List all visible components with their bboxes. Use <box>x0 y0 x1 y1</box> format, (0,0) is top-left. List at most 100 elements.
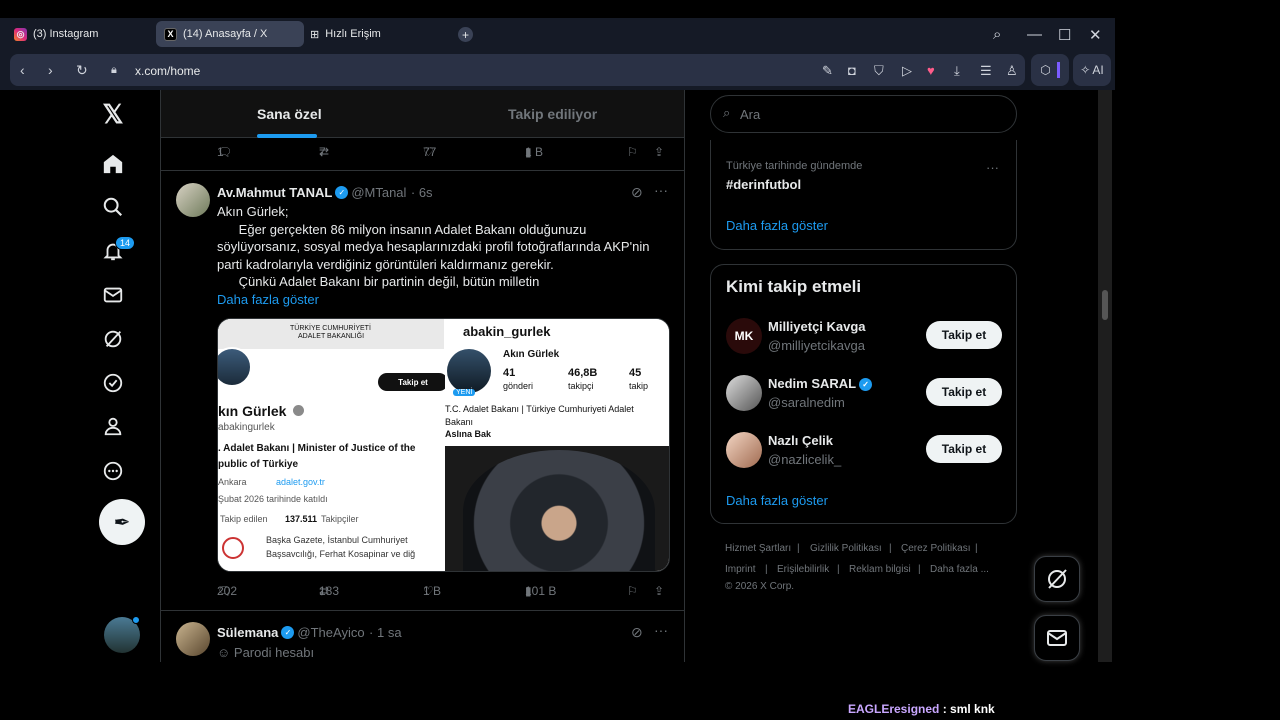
ai-button[interactable]: ✧ AI <box>1073 54 1111 86</box>
shield-icon[interactable]: ⛉ <box>874 63 884 79</box>
compose-post-button[interactable]: ✒ <box>99 499 145 545</box>
new-tab-button[interactable]: + <box>458 27 473 42</box>
maximize-button[interactable]: ☐ <box>1058 26 1071 44</box>
more-options-icon[interactable] <box>100 458 126 484</box>
footer-link[interactable]: Reklam bilgisi <box>849 564 911 575</box>
search-input[interactable]: ⌕ Ara <box>710 95 1017 133</box>
repost-icon: ⇄ <box>319 145 330 159</box>
tab-quick-access[interactable]: ⊞ Hızlı Erişim <box>302 21 389 47</box>
download-icon[interactable]: ⤓ <box>954 63 960 79</box>
tab-for-you[interactable]: Sana özel <box>257 106 322 122</box>
messages-envelope-icon[interactable] <box>100 282 126 308</box>
lock-icon[interactable]: 🔒︎ <box>111 64 117 77</box>
url-input[interactable]: x.com/home <box>135 64 200 78</box>
media-image-photo[interactable] <box>445 446 669 571</box>
user-avatar[interactable]: MK <box>726 318 762 354</box>
suggested-user-handle[interactable]: @saralnedim <box>768 395 845 410</box>
scrollbar-thumb[interactable] <box>1102 290 1108 320</box>
media-text: gönderi <box>503 381 534 391</box>
follow-button[interactable]: Takip et <box>926 321 1002 349</box>
trend-tag[interactable]: #derinfutbol <box>726 177 801 192</box>
profile-icon[interactable] <box>100 413 126 439</box>
grok-icon[interactable]: ⊘ <box>631 624 643 641</box>
tweet-media[interactable]: TÜRKİYE CUMHURİYETİ ADALET BAKANLIĞI Tak… <box>217 318 670 572</box>
footer-link[interactable]: Imprint <box>725 564 756 575</box>
bookmark-icon[interactable]: ⚐ <box>627 584 638 598</box>
follow-button[interactable]: Takip et <box>926 435 1002 463</box>
close-window-button[interactable]: ✕ <box>1089 26 1102 44</box>
like-button[interactable]: ♡ 1 B <box>423 584 441 598</box>
messages-float-button[interactable] <box>1034 615 1080 661</box>
trends-show-more[interactable]: Daha fazla göster <box>726 218 828 233</box>
media-text: Şubat 2026 tarihinde katıldı <box>218 494 328 504</box>
media-image-x-profile[interactable]: TÜRKİYE CUMHURİYETİ ADALET BAKANLIĞI Tak… <box>218 319 448 571</box>
chat-username: EAGLEresigned <box>848 702 940 716</box>
like-button[interactable]: ♡ 77 <box>423 145 436 159</box>
reply-button[interactable]: 🗨︎ 202 <box>217 584 237 598</box>
views-button[interactable]: ▮ 1 B <box>525 145 543 159</box>
home-icon[interactable] <box>100 151 126 177</box>
back-icon[interactable]: ‹ <box>20 62 25 78</box>
more-icon[interactable]: ··· <box>986 160 999 175</box>
extensions-button[interactable]: ⬡ <box>1031 54 1069 86</box>
media-text: Başsavcılığı, Ferhat Kosapinar ve diğ <box>266 549 416 559</box>
heart-icon[interactable]: ♥ <box>927 63 935 78</box>
reply-button[interactable]: 🗨︎ 1 <box>217 145 232 159</box>
camera-icon[interactable]: ◘ <box>848 63 856 78</box>
tweet-time[interactable]: · 6s <box>411 185 433 200</box>
user-avatar[interactable] <box>726 375 762 411</box>
author-name[interactable]: Av.Mahmut TANAL <box>217 185 332 200</box>
tab-x-home[interactable]: X (14) Anasayfa / X <box>156 21 304 47</box>
play-icon[interactable]: ▷ <box>902 63 912 79</box>
grok-icon <box>1048 569 1067 589</box>
premium-verified-icon[interactable] <box>100 370 126 396</box>
suggested-user-handle[interactable]: @milliyetcikavga <box>768 338 865 353</box>
author-handle[interactable]: @MTanal <box>351 185 406 200</box>
more-icon[interactable]: ··· <box>654 182 668 198</box>
suggested-user-name[interactable]: Nazlı Çelik <box>768 433 833 448</box>
footer-link[interactable]: Gizlilik Politikası <box>810 543 882 554</box>
views-button[interactable]: ▮ 101 B <box>525 584 556 598</box>
search-tabs-icon[interactable]: ⌕ <box>993 26 1001 43</box>
tweet-time[interactable]: · 1 sa <box>369 625 402 640</box>
grok-float-button[interactable] <box>1034 556 1080 602</box>
grok-icon[interactable] <box>100 326 126 352</box>
minimize-button[interactable]: — <box>1027 26 1042 43</box>
who-to-follow-show-more[interactable]: Daha fazla göster <box>726 493 828 508</box>
media-text: Akın Gürlek <box>503 349 560 360</box>
share-icon[interactable]: ⇪ <box>654 145 664 159</box>
tab-instagram[interactable]: ◎ (3) Instagram <box>6 21 106 47</box>
footer-link[interactable]: Erişilebilirlik <box>777 564 829 575</box>
share-icon[interactable]: ⇪ <box>654 584 664 598</box>
profile-icon[interactable]: ♙ <box>1006 63 1018 79</box>
footer-link[interactable]: Çerez Politikası <box>901 543 970 554</box>
edit-icon[interactable]: ✎ <box>822 63 833 79</box>
more-icon[interactable]: ··· <box>654 622 668 638</box>
tweet-author-avatar[interactable] <box>176 622 210 656</box>
author-name[interactable]: Sülemana <box>217 625 278 640</box>
repost-button[interactable]: ⇄ 7 <box>319 145 330 159</box>
repost-button[interactable]: ⇄ 183 <box>319 584 339 598</box>
settings-sliders-icon[interactable]: ☰ <box>980 63 992 79</box>
bookmark-icon[interactable]: ⚐ <box>627 145 638 159</box>
media-text: YENİ <box>453 389 476 396</box>
footer-link[interactable]: Hizmet Şartları <box>725 543 791 554</box>
reload-icon[interactable]: ↻ <box>76 62 88 79</box>
user-avatar[interactable] <box>726 432 762 468</box>
suggested-user-handle[interactable]: @nazlicelik_ <box>768 452 841 467</box>
forward-icon[interactable]: › <box>48 62 53 78</box>
page-scrollbar[interactable] <box>1098 90 1112 662</box>
suggested-user-name[interactable]: Milliyetçi Kavga <box>768 319 866 334</box>
media-image-instagram-profile[interactable]: abakin_gurlek YENİ Akın Gürlek 41 gönder… <box>445 319 669 445</box>
grok-icon[interactable]: ⊘ <box>631 184 643 201</box>
explore-search-icon[interactable] <box>100 194 126 220</box>
author-handle[interactable]: @TheAyico <box>297 625 364 640</box>
tab-following[interactable]: Takip ediliyor <box>508 106 597 122</box>
suggested-user-name[interactable]: Nedim SARAL ✓ <box>768 376 875 392</box>
footer-link[interactable]: Daha fazla ... <box>930 564 989 575</box>
x-logo-icon[interactable]: 𝕏 <box>100 99 126 129</box>
follow-button[interactable]: Takip et <box>926 378 1002 406</box>
media-text: Ankara <box>218 477 247 487</box>
show-more-link[interactable]: Daha fazla göster <box>217 291 677 309</box>
tweet-author-avatar[interactable] <box>176 183 210 217</box>
